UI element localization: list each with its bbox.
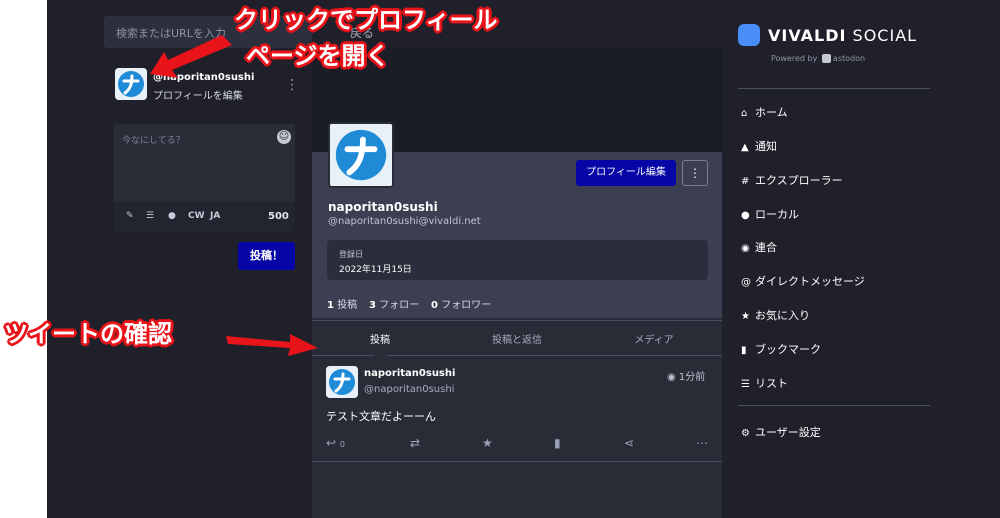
annotation-profile-line2: ページを開く (246, 42, 390, 70)
annotation-profile-line1: クリックでプロフィール (234, 6, 498, 34)
annotation-arrows (150, 35, 318, 356)
arrow-to-status (226, 334, 318, 356)
annotation-tweet-check: ツイートの確認 (4, 320, 172, 348)
arrow-to-account (150, 35, 232, 78)
